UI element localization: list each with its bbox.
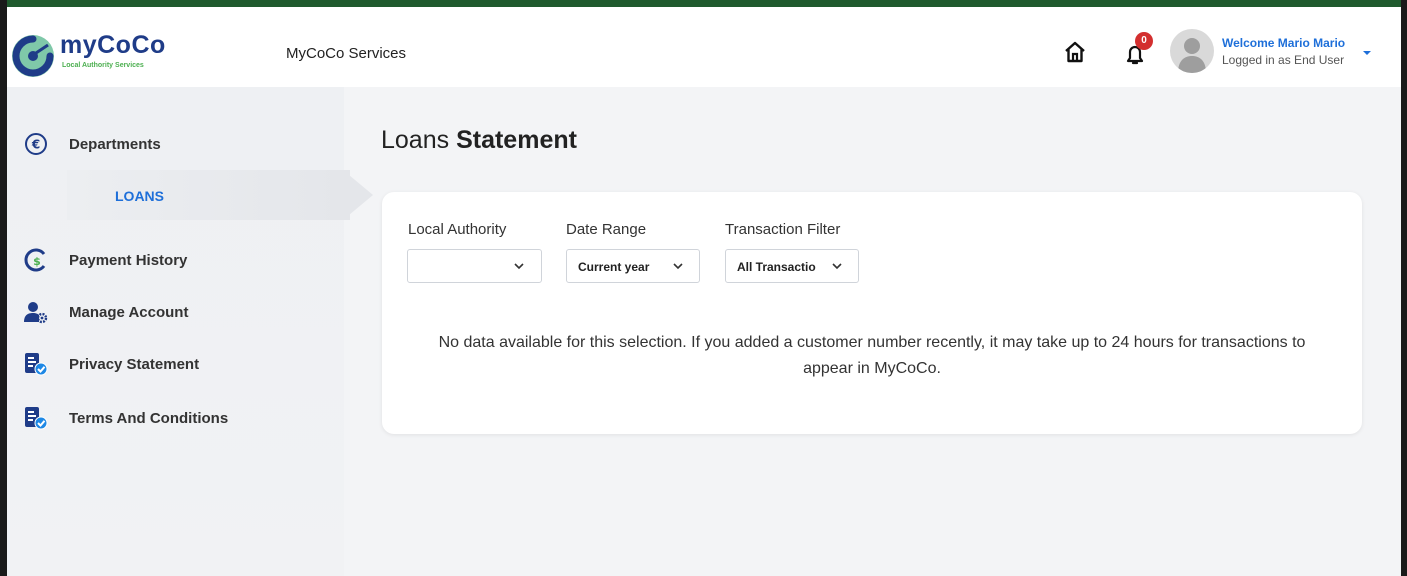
user-settings-icon: [24, 302, 48, 324]
transaction-filter-label: Transaction Filter: [725, 221, 841, 238]
date-range-select[interactable]: Current year: [566, 249, 700, 283]
window-right-border: [1401, 0, 1407, 576]
svg-text:$: $: [33, 255, 41, 268]
chevron-down-icon: [514, 263, 524, 270]
user-role-text: Logged in as End User: [1222, 53, 1345, 67]
sidebar-item-label: Payment History: [69, 252, 188, 269]
local-authority-label: Local Authority: [408, 221, 507, 238]
chevron-down-icon: [673, 263, 683, 270]
sidebar-item-payment-history[interactable]: $ Payment History: [7, 245, 344, 275]
logo-mark-icon: [12, 35, 54, 77]
sidebar-subitem-label: LOANS: [115, 188, 164, 204]
sidebar-subitem-loans[interactable]: LOANS: [67, 170, 350, 220]
empty-state-message: No data available for this selection. If…: [438, 334, 1306, 377]
sidebar-item-label: Terms And Conditions: [69, 410, 229, 427]
user-menu-caret-icon[interactable]: [1363, 51, 1371, 55]
active-item-pointer: [343, 170, 373, 220]
page-title-bold: Statement: [456, 126, 577, 154]
logo-text: myCoCo: [60, 31, 166, 59]
transaction-filter-value: All Transactio: [737, 260, 816, 274]
document-check-icon: [25, 353, 48, 376]
logo-subtitle: Local Authority Services: [62, 62, 144, 69]
user-welcome-text: Welcome Mario Mario: [1222, 36, 1346, 50]
local-authority-select[interactable]: [407, 249, 542, 283]
payment-history-icon: $: [24, 248, 46, 272]
page-title: Loans Statement: [381, 126, 577, 155]
notification-count-badge: 0: [1135, 32, 1153, 50]
euro-icon: €: [25, 133, 47, 155]
user-menu[interactable]: Welcome Mario Mario Logged in as End Use…: [1222, 36, 1345, 67]
sidebar: € Departments LOANS $ Payment History Ma…: [7, 87, 350, 576]
sidebar-item-label: Departments: [69, 136, 161, 153]
sidebar-item-manage-account[interactable]: Manage Account: [7, 297, 344, 327]
svg-text:€: €: [31, 138, 40, 152]
sidebar-item-departments[interactable]: € Departments: [7, 129, 344, 159]
filter-card: Local Authority Date Range Current year …: [382, 192, 1362, 434]
window-top-border: [0, 0, 1407, 7]
page-title-light: Loans: [381, 126, 450, 154]
sidebar-item-privacy-statement[interactable]: Privacy Statement: [7, 349, 344, 379]
home-button[interactable]: [1062, 39, 1088, 65]
sidebar-item-label: Manage Account: [69, 304, 189, 321]
app-title: MyCoCo Services: [286, 45, 407, 62]
user-silhouette-icon: [1178, 38, 1206, 73]
mycoco-logo[interactable]: myCoCo Local Authority Services: [10, 29, 180, 81]
date-range-value: Current year: [578, 260, 650, 274]
top-header: myCoCo Local Authority Services MyCoCo S…: [7, 7, 1401, 87]
sidebar-item-terms-and-conditions[interactable]: Terms And Conditions: [7, 403, 344, 433]
notifications-button[interactable]: 0: [1118, 32, 1153, 71]
sidebar-item-label: Privacy Statement: [69, 356, 200, 373]
window-left-border: [0, 0, 7, 576]
date-range-label: Date Range: [566, 221, 647, 238]
document-check-icon: [25, 407, 48, 430]
chevron-down-icon: [832, 263, 842, 270]
home-icon: [1065, 41, 1085, 63]
transaction-filter-select[interactable]: All Transactio: [725, 249, 859, 283]
avatar[interactable]: [1170, 29, 1214, 73]
